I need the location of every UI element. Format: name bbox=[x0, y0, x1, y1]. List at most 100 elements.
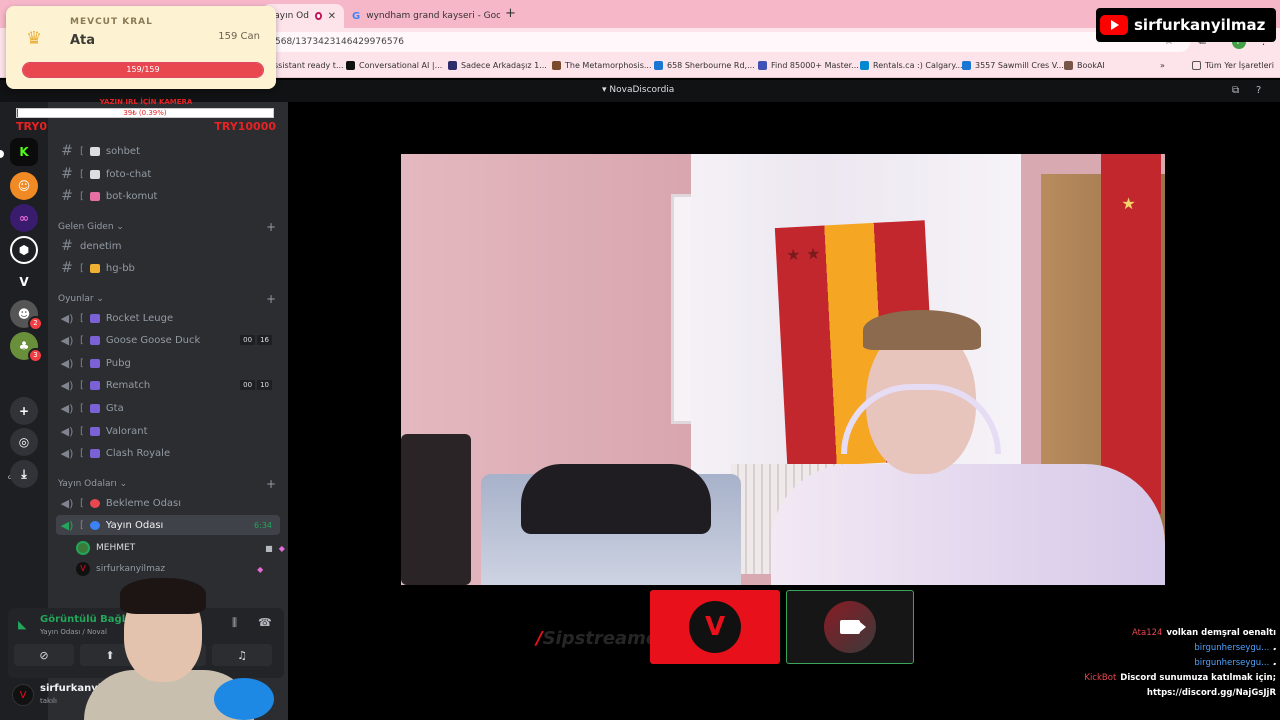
health-bar: 159/159 bbox=[22, 62, 264, 78]
health-bar-text: 159/159 bbox=[126, 65, 160, 74]
goal-progress-bar: 39₺ (0.39%) bbox=[16, 108, 274, 118]
bookmark-icon bbox=[962, 61, 971, 70]
hash-icon: # bbox=[61, 260, 73, 276]
channel-bot-komut[interactable]: #[bot-komut bbox=[56, 186, 280, 206]
user-status: takılı bbox=[40, 697, 57, 705]
server-name[interactable]: ▾ NovaDiscordia bbox=[602, 85, 674, 95]
bookmark-item[interactable]: ssistant ready t... bbox=[274, 61, 344, 70]
red-circle-icon bbox=[89, 498, 100, 508]
user-avatar[interactable]: V bbox=[12, 684, 34, 706]
bookmark-icon bbox=[860, 61, 869, 70]
goal-title: YAZIN IRL İÇİN KAMERA bbox=[99, 98, 193, 106]
bookmark-item[interactable]: Rentals.ca :) Calgary... bbox=[860, 61, 963, 70]
server-icon[interactable]: V bbox=[10, 268, 38, 296]
popout-icon[interactable]: ⧉ bbox=[1232, 85, 1239, 96]
camera-off-button[interactable]: ⊘ bbox=[14, 644, 74, 666]
download-icon[interactable]: ⤓ bbox=[10, 460, 38, 488]
avatar: V bbox=[689, 601, 741, 653]
close-tab-icon[interactable]: ✕ bbox=[328, 11, 336, 22]
video-camera-icon bbox=[840, 620, 866, 634]
king-label: MEVCUT KRAL bbox=[70, 17, 153, 27]
server-icon[interactable]: ⬢ bbox=[10, 236, 38, 264]
video-stream[interactable]: ★ ★ ★ bbox=[401, 154, 1165, 585]
bookmark-item[interactable]: Conversational AI |... bbox=[346, 61, 442, 70]
tab-wyndham[interactable]: G wyndham grand kayseri - Goog ✕ bbox=[344, 4, 500, 28]
channel-pubg[interactable]: ◀)[Pubg bbox=[56, 353, 280, 373]
channel-yayin-odasi[interactable]: ◀)[Yayın Odası 6:34 bbox=[56, 515, 280, 535]
bookmark-item[interactable]: Sadece Arkadaşız 1... bbox=[448, 61, 547, 70]
signal-icon: ◣ bbox=[18, 618, 27, 631]
gamepad-icon bbox=[89, 403, 100, 413]
goal-min: TRY0 bbox=[16, 120, 47, 133]
channel-clash-royale[interactable]: ◀)[Clash Royale bbox=[56, 443, 280, 463]
add-server-icon[interactable]: + bbox=[10, 397, 38, 425]
kick-server-icon[interactable]: K bbox=[10, 138, 38, 166]
avatar: V bbox=[76, 562, 90, 576]
category-gelen-giden[interactable]: Gelen Giden ⌄ + bbox=[58, 220, 276, 234]
speaker-icon: ◀) bbox=[60, 333, 74, 347]
speaker-icon: ◀) bbox=[60, 401, 74, 415]
gamepad-icon: ◆ bbox=[257, 564, 264, 574]
bookmark-item[interactable]: Find 85000+ Master... bbox=[758, 61, 859, 70]
goal-progress-text: 39₺ (0.39%) bbox=[123, 109, 167, 117]
user-limit-badge: 00 10 bbox=[240, 380, 272, 390]
channel-rocket-leuge[interactable]: ◀)[Rocket Leuge bbox=[56, 308, 280, 328]
server-indicator bbox=[0, 150, 4, 158]
channel-foto-chat[interactable]: #[foto-chat bbox=[56, 164, 280, 184]
channel-denetim[interactable]: # denetim bbox=[56, 236, 280, 256]
channel-hg-bb[interactable]: #[hg-bb bbox=[56, 258, 280, 278]
channel-rematch[interactable]: ◀)[Rematch 00 10 bbox=[56, 375, 280, 395]
speaker-icon: ◀) bbox=[60, 518, 74, 532]
hash-icon: # bbox=[61, 188, 73, 204]
voice-member[interactable]: Vsirfurkanyilmaz ◆ bbox=[76, 560, 263, 578]
avatar bbox=[824, 601, 876, 653]
discover-icon[interactable]: ◎ bbox=[10, 428, 38, 456]
channel-valorant[interactable]: ◀)[Valorant bbox=[56, 421, 280, 441]
bookmark-item[interactable]: 658 Sherbourne Rd,... bbox=[654, 61, 755, 70]
server-icon[interactable]: ∞ bbox=[10, 204, 38, 232]
bookmark-item[interactable]: 3557 Sawmill Cres V... bbox=[962, 61, 1064, 70]
camera-icon bbox=[89, 169, 100, 179]
chat-message: KickBot Discord sunumuza katılmak için; bbox=[1084, 673, 1276, 683]
all-bookmarks-button[interactable]: Tüm Yer İşaretleri bbox=[1192, 61, 1274, 70]
king-name: Ata bbox=[70, 33, 96, 48]
notification-badge: 3 bbox=[28, 348, 43, 363]
category-oyunlar[interactable]: Oyunlar ⌄ + bbox=[58, 292, 276, 306]
bookmark-item[interactable]: The Metamorphosis... bbox=[552, 61, 652, 70]
chat-message: https://discord.gg/NajGsJjR bbox=[1146, 688, 1276, 698]
speaker-icon: ◀) bbox=[60, 378, 74, 392]
bookmark-icon bbox=[552, 61, 561, 70]
notification-badge: 2 bbox=[28, 316, 43, 331]
voice-member[interactable]: MEHMET ■ ◆ bbox=[76, 539, 285, 557]
bookmarks-more-button[interactable]: » bbox=[1160, 61, 1165, 70]
new-tab-button[interactable]: + bbox=[505, 6, 516, 21]
hash-icon: # bbox=[61, 238, 73, 254]
url-input[interactable]: 568/1373423146429976576 bbox=[255, 32, 1190, 52]
recording-icon bbox=[314, 12, 322, 20]
gamepad-icon bbox=[89, 335, 100, 345]
participant-tile-streamer[interactable]: V bbox=[650, 590, 780, 664]
channel-gta[interactable]: ◀)[Gta bbox=[56, 398, 280, 418]
microphone-icon bbox=[214, 678, 274, 720]
bookmark-item[interactable]: BookAI bbox=[1064, 61, 1105, 70]
channel-sohbet[interactable]: #[sohbet bbox=[56, 141, 280, 161]
channel-goose-goose-duck[interactable]: ◀)[Goose Goose Duck 00 16 bbox=[56, 330, 280, 350]
streamer-webcam bbox=[84, 578, 274, 720]
add-channel-icon[interactable]: + bbox=[266, 292, 276, 306]
youtube-icon bbox=[1100, 15, 1128, 35]
help-icon[interactable]: ? bbox=[1256, 85, 1261, 96]
server-icon[interactable]: ☺ bbox=[10, 172, 38, 200]
add-channel-icon[interactable]: + bbox=[266, 220, 276, 234]
add-channel-icon[interactable]: + bbox=[266, 477, 276, 491]
chat-message: Ata124 volkan demşral oenaltı bbox=[1132, 628, 1276, 638]
bookmark-icon bbox=[448, 61, 457, 70]
goal-max: TRY10000 bbox=[214, 120, 276, 133]
gamepad-icon bbox=[89, 380, 100, 390]
google-icon: G bbox=[352, 10, 361, 22]
participant-tile-mehmet[interactable] bbox=[786, 590, 914, 664]
channel-bekleme-odasi[interactable]: ◀)[Bekleme Odası bbox=[56, 493, 280, 513]
bookmark-icon bbox=[654, 61, 663, 70]
gamepad-icon: ◆ bbox=[278, 543, 285, 553]
category-yayin-odalari[interactable]: Yayın Odaları ⌄ + bbox=[58, 477, 276, 491]
bookmark-icon bbox=[1064, 61, 1073, 70]
